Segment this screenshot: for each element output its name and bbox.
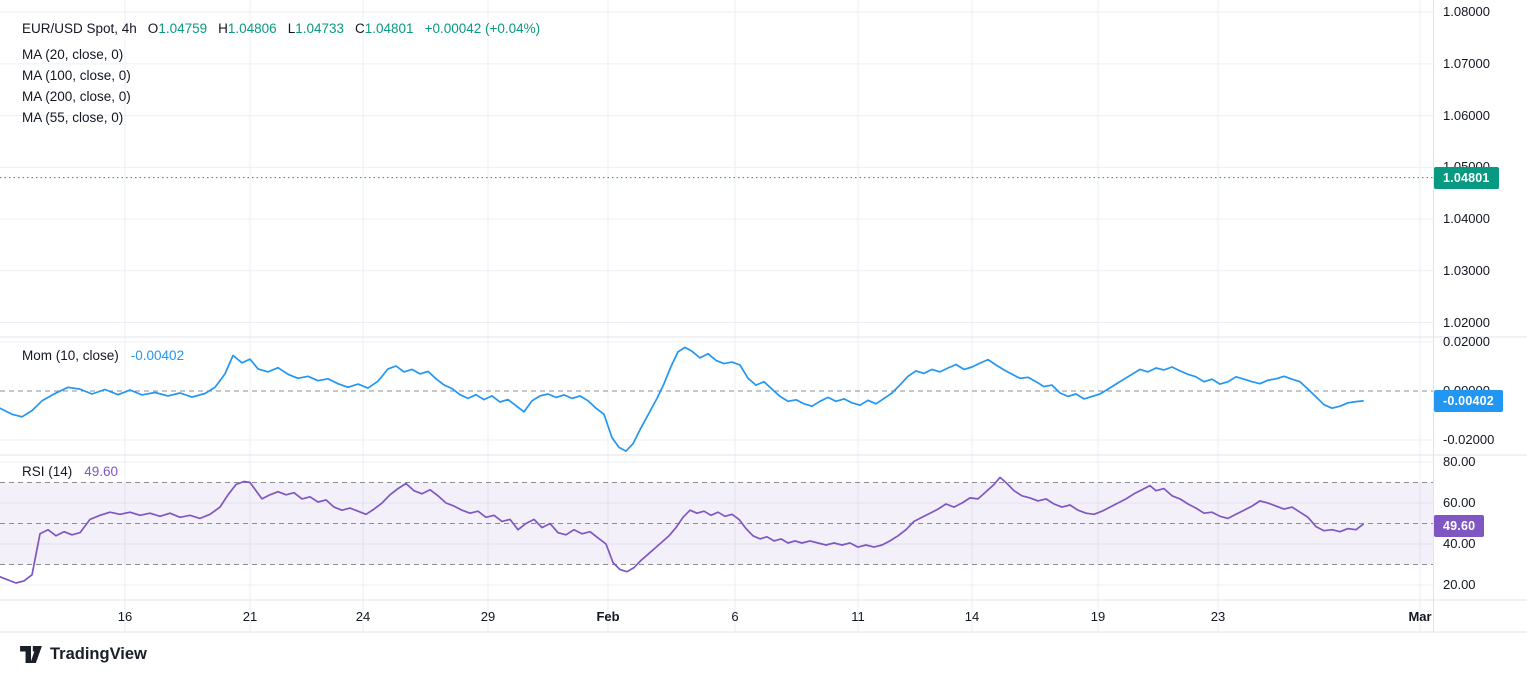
last-price-badge: 1.04801 bbox=[1434, 167, 1499, 189]
x-axis-label: 24 bbox=[356, 609, 370, 624]
open-value: 1.04759 bbox=[158, 21, 207, 36]
tradingview-wordmark: TradingView bbox=[50, 645, 147, 664]
momentum-value: -0.00402 bbox=[131, 348, 184, 363]
low-value: 1.04733 bbox=[295, 21, 344, 36]
y-axis-label: 1.04000 bbox=[1443, 211, 1490, 226]
momentum-legend[interactable]: Mom (10, close) -0.00402 bbox=[22, 348, 184, 363]
y-axis-label: 1.07000 bbox=[1443, 56, 1490, 71]
tradingview-mark-icon bbox=[20, 646, 42, 663]
y-axis-label: 1.06000 bbox=[1443, 108, 1490, 123]
symbol-legend: EUR/USD Spot, 4h O1.04759 H1.04806 L1.04… bbox=[22, 17, 540, 128]
symbol-title: EUR/USD Spot, 4h bbox=[22, 21, 137, 36]
y-axis-label: 0.02000 bbox=[1443, 334, 1490, 349]
rsi-badge: 49.60 bbox=[1434, 515, 1484, 537]
y-axis-label: 1.02000 bbox=[1443, 315, 1490, 330]
y-axis-label: 1.03000 bbox=[1443, 263, 1490, 278]
close-label: C bbox=[355, 21, 365, 36]
y-axis-label: 20.00 bbox=[1443, 577, 1476, 592]
ma20-legend[interactable]: MA (20, close, 0) bbox=[22, 44, 540, 65]
x-axis-label: 16 bbox=[118, 609, 132, 624]
rsi-label: RSI (14) bbox=[22, 464, 72, 479]
y-axis-label: 40.00 bbox=[1443, 536, 1476, 551]
ma200-legend[interactable]: MA (200, close, 0) bbox=[22, 86, 540, 107]
y-axis-label: 60.00 bbox=[1443, 495, 1476, 510]
chart-window: EUR/USD Spot, 4h O1.04759 H1.04806 L1.04… bbox=[0, 0, 1527, 679]
y-axis-label: 1.08000 bbox=[1443, 4, 1490, 19]
rsi-value: 49.60 bbox=[84, 464, 118, 479]
x-axis-label: Feb bbox=[596, 609, 619, 624]
ma100-legend[interactable]: MA (100, close, 0) bbox=[22, 65, 540, 86]
x-axis-label: 21 bbox=[243, 609, 257, 624]
close-value: 1.04801 bbox=[365, 21, 414, 36]
momentum-badge: -0.00402 bbox=[1434, 390, 1503, 412]
high-value: 1.04806 bbox=[228, 21, 277, 36]
change-value: +0.00042 (+0.04%) bbox=[425, 21, 541, 36]
open-label: O bbox=[148, 21, 159, 36]
low-label: L bbox=[288, 21, 296, 36]
symbol-title-row[interactable]: EUR/USD Spot, 4h O1.04759 H1.04806 L1.04… bbox=[22, 17, 540, 39]
momentum-label: Mom (10, close) bbox=[22, 348, 119, 363]
x-axis-label: 19 bbox=[1091, 609, 1105, 624]
rsi-legend[interactable]: RSI (14) 49.60 bbox=[22, 464, 118, 479]
x-axis-label: 6 bbox=[731, 609, 738, 624]
x-axis-label: 11 bbox=[851, 609, 865, 624]
x-axis-label: 29 bbox=[481, 609, 495, 624]
y-axis-label: -0.02000 bbox=[1443, 432, 1494, 447]
ma55-legend[interactable]: MA (55, close, 0) bbox=[22, 107, 540, 128]
high-label: H bbox=[218, 21, 228, 36]
y-axis-label: 80.00 bbox=[1443, 454, 1476, 469]
x-axis-label: 14 bbox=[965, 609, 979, 624]
x-axis-label: 23 bbox=[1211, 609, 1225, 624]
x-axis-label: Mar bbox=[1408, 609, 1431, 624]
tradingview-logo[interactable]: TradingView bbox=[20, 645, 147, 664]
